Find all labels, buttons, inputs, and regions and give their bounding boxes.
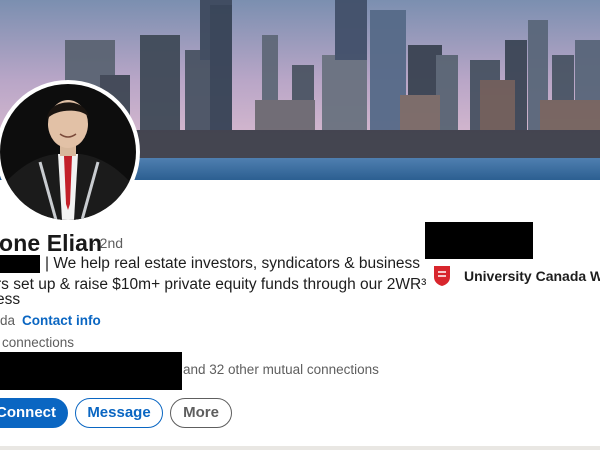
connection-degree: · 2nd bbox=[92, 235, 124, 251]
university-name[interactable]: University Canada Wes bbox=[464, 268, 600, 284]
headline-line: rs set up & raise $10m+ private equity f… bbox=[0, 276, 427, 293]
mutual-connections[interactable]: and 32 other mutual connections bbox=[183, 362, 379, 377]
redacted-block bbox=[425, 222, 533, 259]
connections-count[interactable]: connections bbox=[2, 335, 74, 350]
headline-line: | We help real estate investors, syndica… bbox=[45, 255, 421, 272]
more-button[interactable]: More bbox=[170, 398, 232, 428]
contact-info-link[interactable]: Contact info bbox=[22, 313, 101, 328]
message-button[interactable]: Message bbox=[75, 398, 163, 428]
redacted-block bbox=[0, 352, 182, 390]
card-divider bbox=[0, 446, 600, 450]
profile-avatar[interactable] bbox=[0, 80, 140, 224]
connect-button[interactable]: Connect bbox=[0, 398, 68, 428]
redacted-block bbox=[0, 255, 40, 273]
location-text: da bbox=[0, 313, 16, 328]
headline-line: ess bbox=[0, 291, 21, 308]
profile-card: rone Elian · 2nd | We help real estate in… bbox=[0, 0, 600, 446]
university-logo-icon[interactable] bbox=[433, 265, 451, 287]
